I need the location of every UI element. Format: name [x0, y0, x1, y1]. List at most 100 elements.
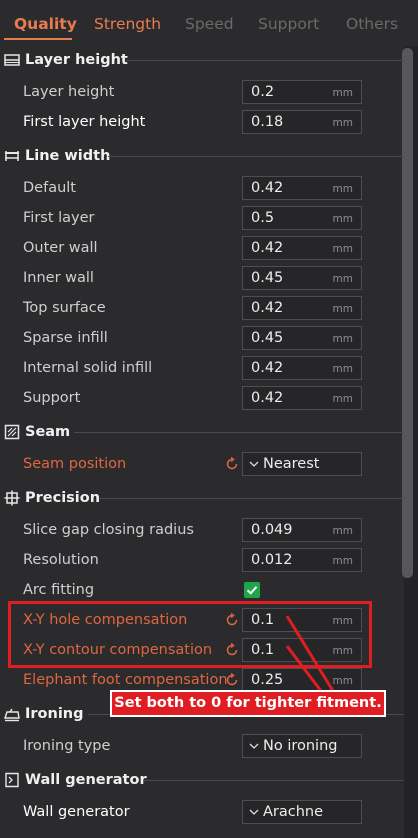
divider — [100, 498, 404, 499]
support-width-input[interactable]: 0.42 mm — [242, 386, 362, 410]
field-value: 0.2 — [251, 84, 275, 100]
row-internal-solid-infill: Internal solid infill 0.42 mm — [0, 353, 404, 383]
reset-icon[interactable] — [225, 673, 239, 687]
tab-strength[interactable]: Strength — [94, 15, 161, 33]
field-value: No ironing — [263, 738, 338, 754]
row-sparse-infill: Sparse infill 0.45 mm — [0, 323, 404, 353]
divider — [144, 780, 404, 781]
chevron-down-icon — [249, 461, 259, 467]
setting-label: Sparse infill — [23, 330, 108, 346]
ironing-icon — [4, 708, 20, 722]
field-unit: mm — [332, 525, 353, 537]
inner-wall-width-input[interactable]: 0.45 mm — [242, 266, 362, 290]
ironing-type-select[interactable]: No ironing — [242, 734, 362, 758]
row-seam-position: Seam position Nearest — [0, 449, 404, 479]
tab-support[interactable]: Support — [258, 15, 319, 33]
sparse-infill-width-input[interactable]: 0.45 mm — [242, 326, 362, 350]
row-layer-height: Layer height 0.2 mm — [0, 77, 404, 107]
row-top-surface: Top surface 0.42 mm — [0, 293, 404, 323]
seam-position-select[interactable]: Nearest — [242, 452, 362, 476]
section-line-width: Line width — [4, 146, 404, 168]
row-wall-generator: Wall generator Arachne — [0, 797, 404, 827]
field-unit: mm — [332, 273, 353, 285]
row-slice-gap: Slice gap closing radius 0.049 mm — [0, 515, 404, 545]
section-seam: Seam — [4, 422, 404, 444]
setting-label: Layer height — [23, 84, 115, 100]
active-tab-indicator — [4, 38, 72, 40]
section-title: Ironing — [25, 706, 84, 722]
setting-label: Arc fitting — [23, 582, 95, 598]
precision-icon — [4, 490, 20, 506]
section-title: Wall generator — [25, 772, 147, 788]
row-outer-wall: Outer wall 0.42 mm — [0, 233, 404, 263]
field-value: 0.42 — [251, 300, 284, 316]
slice-gap-closing-radius-input[interactable]: 0.049 mm — [242, 518, 362, 542]
field-value: Arachne — [263, 804, 324, 820]
field-value: 0.42 — [251, 360, 284, 376]
field-value: 0.42 — [251, 180, 284, 196]
tab-speed[interactable]: Speed — [185, 15, 234, 33]
field-value: 0.25 — [251, 672, 284, 688]
field-unit: mm — [332, 363, 353, 375]
reset-icon[interactable] — [225, 457, 239, 471]
divider — [126, 60, 404, 61]
row-default: Default 0.42 mm — [0, 173, 404, 203]
setting-label: Support — [23, 390, 81, 406]
setting-label: Outer wall — [23, 240, 98, 256]
arc-fitting-checkbox[interactable] — [244, 582, 260, 598]
section-layer-height: Layer height — [4, 50, 404, 72]
section-title: Seam — [25, 424, 71, 440]
row-inner-wall: Inner wall 0.45 mm — [0, 263, 404, 293]
field-unit: mm — [332, 117, 353, 129]
field-unit: mm — [332, 213, 353, 225]
annotation-highlight-box — [8, 601, 372, 668]
setting-label: First layer height — [23, 114, 146, 130]
field-value: 0.049 — [251, 522, 293, 538]
divider — [74, 432, 404, 433]
setting-label: Default — [23, 180, 76, 196]
tab-bar: Quality Strength Speed Support Others — [0, 0, 404, 46]
field-value: 0.18 — [251, 114, 284, 130]
setting-label: Top surface — [23, 300, 106, 316]
wall-generator-select[interactable]: Arachne — [242, 800, 362, 824]
row-support: Support 0.42 mm — [0, 383, 404, 413]
first-layer-width-input[interactable]: 0.5 mm — [242, 206, 362, 230]
elephant-foot-compensation-input[interactable]: 0.25 mm — [242, 668, 362, 692]
row-resolution: Resolution 0.012 mm — [0, 545, 404, 575]
setting-label: Elephant foot compensation — [23, 672, 228, 688]
field-value: 0.012 — [251, 552, 293, 568]
checkmark-icon — [246, 586, 258, 595]
row-ironing-type: Ironing type No ironing — [0, 731, 404, 761]
first-layer-height-input[interactable]: 0.18 mm — [242, 110, 362, 134]
chevron-down-icon — [249, 809, 259, 815]
layer-height-icon — [4, 54, 20, 66]
field-value: 0.42 — [251, 390, 284, 406]
setting-label: Internal solid infill — [23, 360, 153, 376]
section-title: Line width — [25, 148, 111, 164]
resolution-input[interactable]: 0.012 mm — [242, 548, 362, 572]
row-first-layer: First layer 0.5 mm — [0, 203, 404, 233]
tab-quality[interactable]: Quality — [14, 15, 77, 33]
field-unit: mm — [332, 243, 353, 255]
field-value: 0.42 — [251, 240, 284, 256]
divider — [108, 156, 404, 157]
setting-label: Wall generator — [23, 804, 130, 820]
tab-others[interactable]: Others — [346, 15, 398, 33]
setting-label: Seam position — [23, 456, 127, 472]
seam-icon — [4, 424, 20, 440]
field-unit: mm — [332, 87, 353, 99]
default-width-input[interactable]: 0.42 mm — [242, 176, 362, 200]
layer-height-input[interactable]: 0.2 mm — [242, 80, 362, 104]
field-unit: mm — [332, 303, 353, 315]
row-first-layer-height: First layer height 0.18 mm — [0, 107, 404, 137]
field-unit: mm — [332, 555, 353, 567]
section-wall-generator: Wall generator — [4, 770, 404, 792]
internal-solid-infill-width-input[interactable]: 0.42 mm — [242, 356, 362, 380]
field-unit: mm — [332, 183, 353, 195]
top-surface-width-input[interactable]: 0.42 mm — [242, 296, 362, 320]
field-unit: mm — [332, 675, 353, 687]
outer-wall-width-input[interactable]: 0.42 mm — [242, 236, 362, 260]
setting-label: Ironing type — [23, 738, 111, 754]
setting-label: Slice gap closing radius — [23, 522, 194, 538]
section-title: Layer height — [25, 52, 128, 68]
